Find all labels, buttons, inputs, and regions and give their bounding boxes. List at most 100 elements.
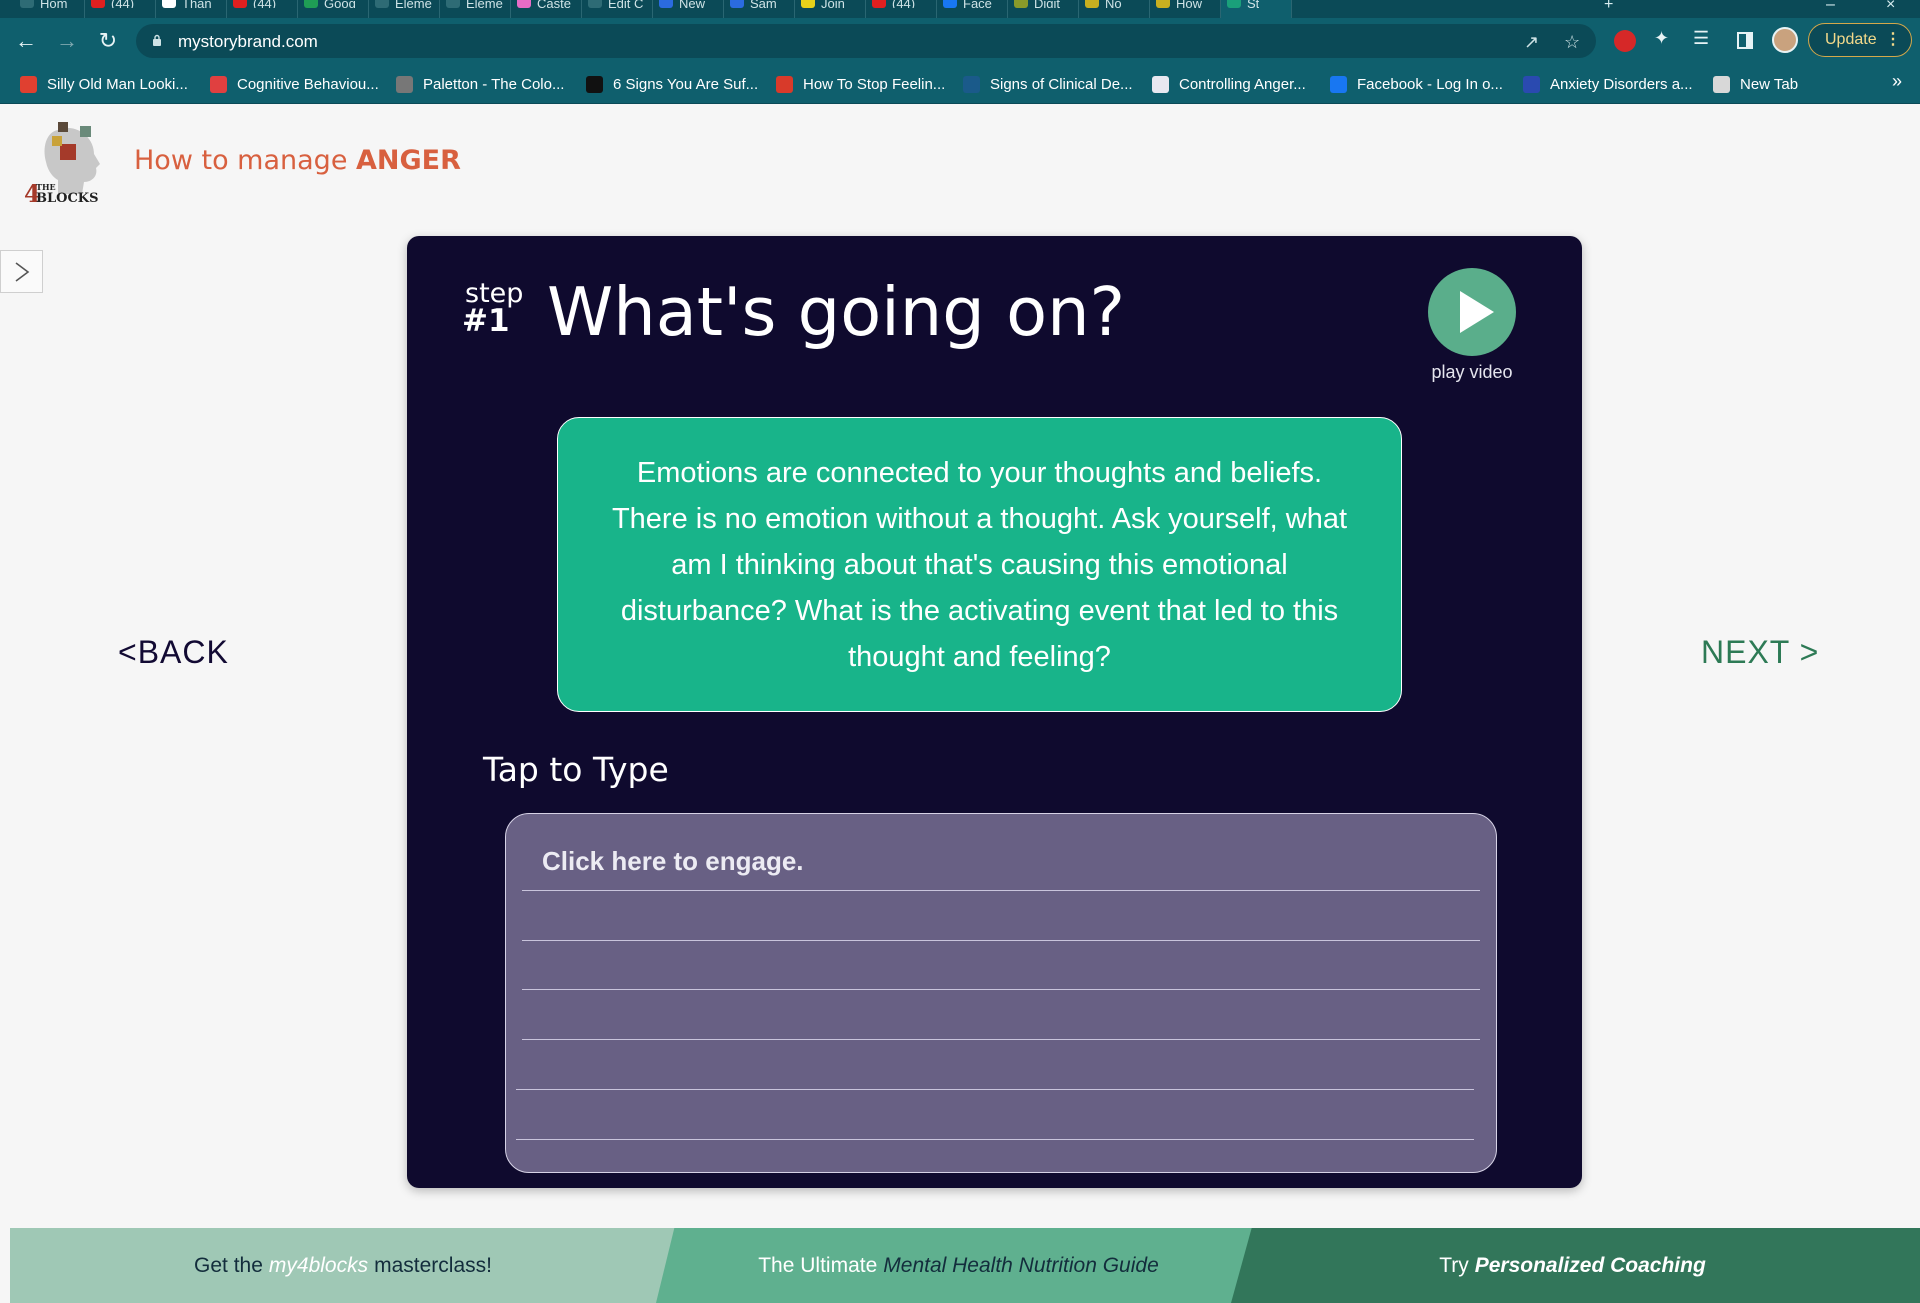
- bookmark-star-icon[interactable]: ☆: [1564, 32, 1580, 53]
- browser-tab[interactable]: Digit: [1008, 0, 1079, 18]
- browser-tab[interactable]: (44): [227, 0, 298, 18]
- bookmark-item[interactable]: Silly Old Man Looki...: [20, 72, 188, 96]
- extension-m-icon[interactable]: [1614, 30, 1636, 52]
- share-icon[interactable]: ↗: [1524, 32, 1539, 53]
- tab-label: Than: [182, 0, 212, 8]
- journal-textarea[interactable]: Click here to engage.: [505, 813, 1497, 1173]
- bookmark-item[interactable]: Anxiety Disorders a...: [1523, 72, 1693, 96]
- tab-label: Digit: [1034, 0, 1061, 8]
- browser-tab[interactable]: Join: [795, 0, 866, 18]
- bookmark-item[interactable]: Signs of Clinical De...: [963, 72, 1133, 96]
- bookmark-item[interactable]: How To Stop Feelin...: [776, 72, 945, 96]
- banner-emphasis: my4blocks: [268, 1253, 369, 1277]
- close-window-icon[interactable]: ×: [1886, 0, 1895, 14]
- browser-tab[interactable]: Edit C: [582, 0, 653, 18]
- tab-strip: Hom (44) Than (44) Goog Eleme Eleme Caste Edit C…: [0, 0, 1920, 18]
- new-tab-icon[interactable]: +: [1604, 0, 1613, 14]
- browser-tab[interactable]: Eleme: [369, 0, 440, 18]
- forward-arrow-icon[interactable]: →: [53, 27, 81, 55]
- browser-tab[interactable]: Than: [156, 0, 227, 18]
- tab-favicon-icon: [446, 0, 460, 8]
- tab-label: (44): [253, 0, 277, 8]
- tab-label: Face: [963, 0, 992, 8]
- browser-tab[interactable]: Goog: [298, 0, 369, 18]
- browser-tab[interactable]: (44): [866, 0, 937, 18]
- nutrition-guide-banner[interactable]: The Ultimate Mental Health Nutrition Gui…: [656, 1228, 1267, 1303]
- play-video-button[interactable]: [1428, 268, 1516, 356]
- ruled-line: [522, 890, 1480, 891]
- more-bookmarks-icon[interactable]: »: [1892, 71, 1902, 92]
- bookmark-label: Anxiety Disorders a...: [1550, 75, 1693, 93]
- sidebar-toggle-button[interactable]: [0, 250, 43, 293]
- tab-favicon-icon: [375, 0, 389, 8]
- tab-favicon-icon: [1085, 0, 1099, 8]
- textarea-placeholder: Click here to engage.: [542, 846, 804, 876]
- banner-emphasis: Mental Health Nutrition Guide: [883, 1253, 1159, 1277]
- back-button[interactable]: <BACK: [118, 634, 229, 671]
- bookmark-item[interactable]: 6 Signs You Are Suf...: [586, 72, 758, 96]
- ruled-line: [516, 1139, 1474, 1140]
- url-text: mystorybrand.com: [178, 32, 318, 51]
- tab-favicon-icon: [20, 0, 34, 8]
- coaching-banner[interactable]: Try Personalized Coaching: [1231, 1228, 1920, 1303]
- tab-favicon-icon: [1014, 0, 1028, 8]
- bookmark-item[interactable]: Cognitive Behaviou...: [210, 72, 379, 96]
- ruled-line: [522, 1039, 1480, 1040]
- chevron-right-icon: [15, 262, 30, 282]
- browser-tab[interactable]: Sam: [724, 0, 795, 18]
- browser-tab[interactable]: St: [1221, 0, 1292, 18]
- media-queue-icon[interactable]: ☰: [1693, 28, 1709, 49]
- puzzle-extensions-icon[interactable]: ✦: [1654, 28, 1669, 49]
- bookmark-item[interactable]: Controlling Anger...: [1152, 72, 1306, 96]
- banner-text: The Ultimate: [758, 1253, 878, 1277]
- tab-label: St: [1247, 0, 1260, 8]
- browser-tab[interactable]: How: [1150, 0, 1221, 18]
- ruled-line: [522, 989, 1480, 990]
- site-title[interactable]: How to manage ANGER: [134, 145, 461, 176]
- play-video-label[interactable]: play video: [1390, 362, 1554, 383]
- kebab-menu-icon: ⋮: [1885, 31, 1901, 48]
- tab-favicon-icon: [943, 0, 957, 8]
- tab-label: Eleme: [395, 0, 432, 8]
- bookmark-favicon-icon: [20, 75, 37, 93]
- bookmark-item[interactable]: New Tab: [1713, 72, 1798, 96]
- browser-tab[interactable]: Eleme: [440, 0, 511, 18]
- bookmark-label: Cognitive Behaviou...: [237, 75, 379, 93]
- bookmark-label: 6 Signs You Are Suf...: [613, 75, 759, 93]
- browser-tab[interactable]: No: [1079, 0, 1150, 18]
- bookmark-favicon-icon: [1713, 75, 1730, 93]
- browser-tab[interactable]: Face: [937, 0, 1008, 18]
- minimize-icon[interactable]: –: [1826, 0, 1835, 14]
- browser-tab[interactable]: Caste: [511, 0, 582, 18]
- bookmark-favicon-icon: [586, 75, 603, 93]
- browser-tab[interactable]: (44): [85, 0, 156, 18]
- browser-tab[interactable]: Hom: [14, 0, 85, 18]
- browser-tab[interactable]: New: [653, 0, 724, 18]
- footer-banners: Get the my4blocks masterclass! The Ultim…: [0, 1228, 1920, 1303]
- tab-favicon-icon: [233, 0, 247, 8]
- back-arrow-icon[interactable]: ←: [12, 27, 40, 55]
- ruled-line: [522, 940, 1480, 941]
- profile-avatar[interactable]: [1772, 27, 1798, 53]
- banner-text: masterclass!: [374, 1253, 492, 1277]
- next-button[interactable]: NEXT >: [1701, 634, 1819, 671]
- bookmark-label: Silly Old Man Looki...: [47, 75, 188, 93]
- bookmark-favicon-icon: [776, 75, 793, 93]
- address-bar[interactable]: mystorybrand.com ↗ ☆: [136, 24, 1596, 58]
- tab-favicon-icon: [1156, 0, 1170, 8]
- bookmark-favicon-icon: [210, 75, 227, 93]
- bookmark-item[interactable]: Facebook - Log In o...: [1330, 72, 1503, 96]
- side-panel-icon[interactable]: [1737, 32, 1753, 49]
- tab-favicon-icon: [730, 0, 744, 8]
- reload-icon[interactable]: ↻: [94, 27, 122, 55]
- tab-label: No: [1105, 0, 1122, 8]
- banner-text: Get the: [194, 1253, 263, 1277]
- masterclass-banner[interactable]: Get the my4blocks masterclass!: [10, 1228, 676, 1303]
- bookmark-label: Facebook - Log In o...: [1357, 75, 1503, 93]
- prompt-text: Emotions are connected to your thoughts …: [611, 456, 1348, 673]
- play-icon: [1460, 291, 1494, 333]
- tab-favicon-icon: [1227, 0, 1241, 8]
- bookmark-item[interactable]: Paletton - The Colo...: [396, 72, 564, 96]
- tab-favicon-icon: [801, 0, 815, 8]
- update-button[interactable]: Update ⋮: [1808, 23, 1912, 57]
